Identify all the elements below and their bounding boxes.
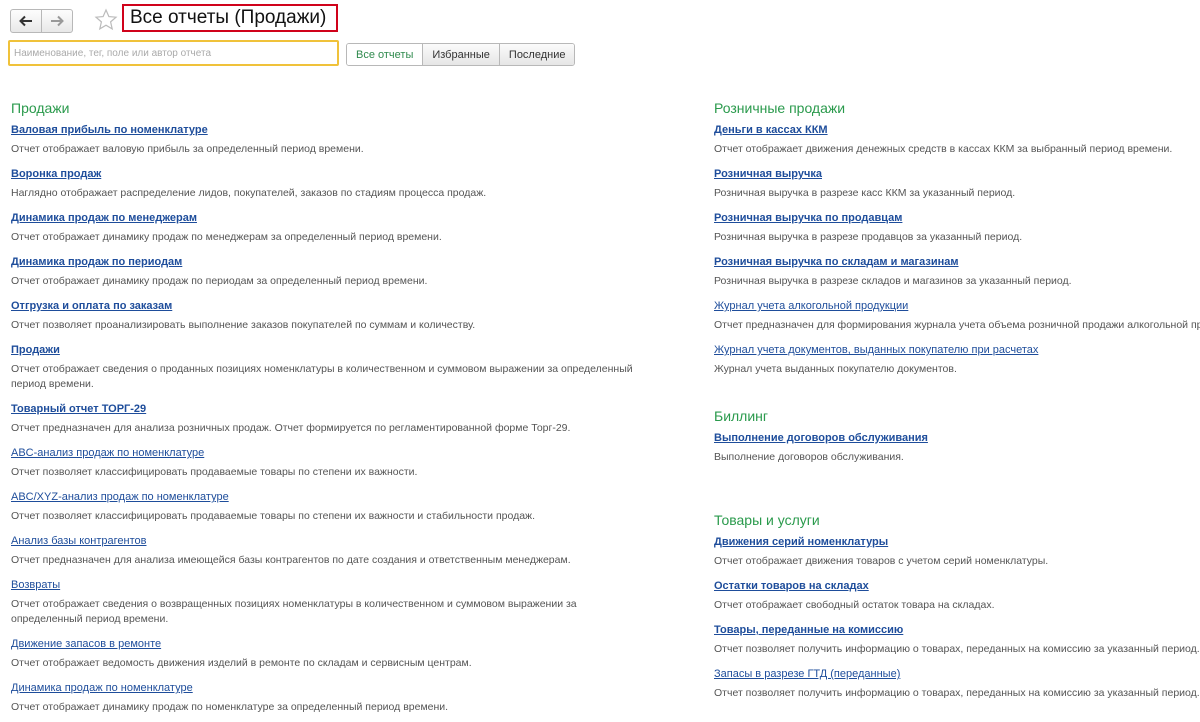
report-description: Розничная выручка в разрезе касс ККМ за …: [714, 187, 1016, 199]
report-item: Возвраты Отчет отображает сведения о воз…: [11, 575, 691, 627]
section-title: Биллинг: [714, 408, 769, 424]
report-link[interactable]: Товары, переданные на комиссию: [714, 623, 903, 637]
report-link[interactable]: Движения серий номенклатуры: [714, 535, 888, 549]
report-description: Отчет позволяет получить информацию о то…: [714, 643, 1200, 655]
report-description: Отчет отображает сведения о возвращенных…: [11, 598, 577, 625]
report-description: Выполнение договоров обслуживания.: [714, 451, 904, 463]
report-item: Розничная выручка по продавцам Розничная…: [714, 208, 1200, 245]
report-link[interactable]: ABC-анализ продаж по номенклатуре: [11, 446, 204, 460]
section-retail: Розничные продажи Деньги в кассах ККМ От…: [714, 98, 1200, 377]
right-column: Розничные продажи Деньги в кассах ККМ От…: [714, 98, 1200, 708]
report-description: Отчет отображает движения товаров с учет…: [714, 555, 1049, 567]
report-description: Отчет отображает динамику продаж по мене…: [11, 231, 442, 243]
page-title: Все отчеты (Продажи): [130, 7, 327, 28]
report-description: Отчет позволяет классифицировать продава…: [11, 510, 535, 522]
report-item: Товарный отчет ТОРГ-29 Отчет предназначе…: [11, 399, 691, 436]
search-input[interactable]: [8, 40, 339, 66]
section-billing: Биллинг Выполнение договоров обслуживани…: [714, 406, 1200, 465]
report-link[interactable]: Розничная выручка по складам и магазинам: [714, 255, 959, 269]
report-link[interactable]: Валовая прибыль по номенклатуре: [11, 123, 208, 137]
arrow-left-icon: [19, 15, 32, 27]
report-item: Динамика продаж по номенклатуре Отчет от…: [11, 678, 691, 715]
report-link[interactable]: ABC/XYZ-анализ продаж по номенклатуре: [11, 490, 229, 504]
tab-all-reports[interactable]: Все отчеты: [347, 44, 423, 65]
report-description: Отчет позволяет получить информацию о то…: [714, 687, 1200, 699]
report-link[interactable]: Отгрузка и оплата по заказам: [11, 299, 172, 313]
report-item: Динамика продаж по менеджерам Отчет отоб…: [11, 208, 691, 245]
report-item: Розничная выручка по складам и магазинам…: [714, 252, 1200, 289]
report-description: Отчет отображает ведомость движения изде…: [11, 657, 472, 669]
section-goods: Товары и услуги Движения серий номенклат…: [714, 510, 1200, 701]
report-item: Движения серий номенклатуры Отчет отобра…: [714, 532, 1200, 569]
forward-button[interactable]: [41, 10, 72, 32]
star-icon: [94, 8, 118, 31]
report-description: Журнал учета выданных покупателю докумен…: [714, 363, 957, 375]
arrow-right-icon: [51, 15, 64, 27]
report-link[interactable]: Выполнение договоров обслуживания: [714, 431, 928, 445]
report-description: Отчет отображает свободный остаток товар…: [714, 599, 995, 611]
page-title-box: Все отчеты (Продажи): [122, 4, 338, 32]
navigation-buttons: [10, 9, 73, 33]
report-item: Журнал учета документов, выданных покупа…: [714, 340, 1200, 377]
report-link[interactable]: Журнал учета документов, выданных покупа…: [714, 343, 1038, 357]
report-item: Воронка продаж Наглядно отображает распр…: [11, 164, 691, 201]
report-item: Анализ базы контрагентов Отчет предназна…: [11, 531, 691, 568]
favorite-star-button[interactable]: [94, 8, 118, 32]
report-link[interactable]: Динамика продаж по менеджерам: [11, 211, 197, 225]
report-description: Отчет отображает динамику продаж по номе…: [11, 701, 449, 713]
report-item: Динамика продаж по периодам Отчет отобра…: [11, 252, 691, 289]
section-sales: Продажи Валовая прибыль по номенклатуре …: [11, 98, 691, 715]
report-item: Журнал учета алкогольной продукции Отчет…: [714, 296, 1200, 333]
report-link[interactable]: Динамика продаж по номенклатуре: [11, 681, 193, 695]
report-link[interactable]: Товарный отчет ТОРГ-29: [11, 402, 146, 416]
report-link[interactable]: Запасы в разрезе ГТД (переданные): [714, 667, 900, 681]
report-item: Продажи Отчет отображает сведения о прод…: [11, 340, 691, 392]
report-item: Отгрузка и оплата по заказам Отчет позво…: [11, 296, 691, 333]
back-button[interactable]: [11, 10, 41, 32]
report-item: ABC/XYZ-анализ продаж по номенклатуре От…: [11, 487, 691, 524]
report-link[interactable]: Анализ базы контрагентов: [11, 534, 146, 548]
report-link[interactable]: Деньги в кассах ККМ: [714, 123, 828, 137]
report-link[interactable]: Движение запасов в ремонте: [11, 637, 161, 651]
filter-tabs: Все отчеты Избранные Последние: [346, 43, 576, 66]
report-description: Отчет отображает движения денежных средс…: [714, 143, 1173, 155]
report-description: Отчет предназначен для анализа имеющейся…: [11, 554, 571, 566]
report-description: Отчет предназначен для формирования журн…: [714, 319, 1200, 331]
report-description: Отчет отображает динамику продаж по пери…: [11, 275, 428, 287]
report-link[interactable]: Журнал учета алкогольной продукции: [714, 299, 908, 313]
report-item: Остатки товаров на складах Отчет отображ…: [714, 576, 1200, 613]
report-item: Валовая прибыль по номенклатуре Отчет от…: [11, 120, 691, 157]
report-item: Розничная выручка Розничная выручка в ра…: [714, 164, 1200, 201]
report-link[interactable]: Возвраты: [11, 578, 60, 592]
report-link[interactable]: Продажи: [11, 343, 60, 357]
report-description: Отчет позволяет проанализировать выполне…: [11, 319, 476, 331]
section-title: Продажи: [11, 100, 70, 116]
report-item: Товары, переданные на комиссию Отчет поз…: [714, 620, 1200, 657]
report-description: Отчет позволяет классифицировать продава…: [11, 466, 418, 478]
report-description: Отчет предназначен для анализа розничных…: [11, 422, 571, 434]
report-description: Розничная выручка в разрезе продавцов за…: [714, 231, 1023, 243]
report-item: Движение запасов в ремонте Отчет отображ…: [11, 634, 691, 671]
report-description: Наглядно отображает распределение лидов,…: [11, 187, 487, 199]
report-description: Розничная выручка в разрезе складов и ма…: [714, 275, 1072, 287]
report-item: Выполнение договоров обслуживания Выполн…: [714, 428, 1200, 465]
report-link[interactable]: Розничная выручка по продавцам: [714, 211, 902, 225]
report-link[interactable]: Динамика продаж по периодам: [11, 255, 182, 269]
section-title: Розничные продажи: [714, 100, 846, 116]
tab-favorites[interactable]: Избранные: [422, 44, 499, 65]
tab-recent[interactable]: Последние: [498, 44, 575, 65]
report-link[interactable]: Воронка продаж: [11, 167, 101, 181]
section-title: Товары и услуги: [714, 512, 820, 528]
report-item: Запасы в разрезе ГТД (переданные) Отчет …: [714, 664, 1200, 701]
report-description: Отчет отображает валовую прибыль за опре…: [11, 143, 364, 155]
left-column: Продажи Валовая прибыль по номенклатуре …: [11, 98, 691, 722]
report-link[interactable]: Розничная выручка: [714, 167, 822, 181]
report-item: ABC-анализ продаж по номенклатуре Отчет …: [11, 443, 691, 480]
report-item: Деньги в кассах ККМ Отчет отображает дви…: [714, 120, 1200, 157]
report-link[interactable]: Остатки товаров на складах: [714, 579, 869, 593]
report-description: Отчет отображает сведения о проданных по…: [11, 363, 633, 390]
